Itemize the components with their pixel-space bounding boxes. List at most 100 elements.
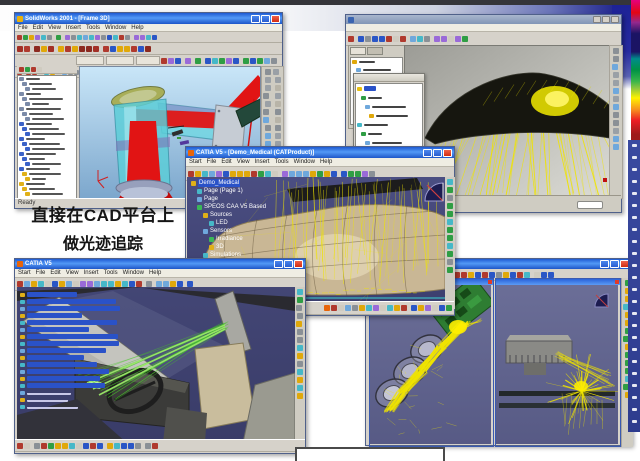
toolbar-icon[interactable] bbox=[275, 85, 281, 91]
toolbar-icon[interactable] bbox=[613, 144, 619, 150]
toolbar-icon[interactable] bbox=[76, 443, 82, 449]
big-button[interactable] bbox=[106, 56, 134, 65]
toolbar-icon[interactable] bbox=[124, 46, 130, 52]
toolbar-icon[interactable] bbox=[447, 179, 453, 185]
toolbar-icon[interactable] bbox=[265, 125, 271, 131]
toolbar-icon[interactable] bbox=[37, 67, 42, 72]
solidworks-titlebar[interactable]: SolidWorks 2001 - [Frame 3D] bbox=[15, 13, 282, 24]
toolbar-icon[interactable] bbox=[251, 171, 257, 177]
toolbar-icon[interactable] bbox=[297, 345, 303, 351]
toolbar-icon[interactable] bbox=[297, 289, 303, 295]
close-button[interactable] bbox=[611, 16, 619, 23]
toolbar-icon[interactable] bbox=[297, 369, 303, 375]
toolbar-icon[interactable] bbox=[202, 171, 208, 177]
palette-titlebar[interactable] bbox=[354, 74, 424, 82]
toolbar-icon[interactable] bbox=[275, 93, 281, 99]
menu-item[interactable]: Window bbox=[123, 270, 144, 276]
tree-item[interactable]: Sources bbox=[189, 211, 266, 219]
toolbar-icon[interactable] bbox=[275, 125, 281, 131]
panel-tab[interactable] bbox=[367, 47, 383, 55]
toolbar-icon[interactable] bbox=[455, 36, 461, 42]
toolbar-icon[interactable] bbox=[613, 72, 619, 78]
toolbar-icon[interactable] bbox=[117, 46, 123, 52]
tree-row[interactable] bbox=[19, 340, 121, 347]
toolbar-icon[interactable] bbox=[209, 171, 215, 177]
toolbar-icon[interactable] bbox=[411, 305, 417, 311]
minimize-button[interactable] bbox=[274, 260, 283, 268]
toolbar-icon[interactable] bbox=[263, 109, 269, 115]
close-button[interactable] bbox=[294, 260, 303, 268]
toolbar-icon[interactable] bbox=[23, 35, 28, 40]
catia-interior-titlebar[interactable]: CATIA V5 bbox=[15, 259, 305, 269]
toolbar-icon[interactable] bbox=[297, 361, 303, 367]
compass-icon[interactable] bbox=[595, 294, 608, 307]
toolbar-icon[interactable] bbox=[145, 443, 151, 449]
toolbar-icon[interactable] bbox=[310, 171, 316, 177]
toolbar-icon[interactable] bbox=[348, 36, 354, 42]
toolbar-icon[interactable] bbox=[613, 88, 619, 94]
close-button[interactable] bbox=[443, 149, 452, 157]
toolbar-icon[interactable] bbox=[613, 136, 619, 142]
toolbar-icon[interactable] bbox=[83, 443, 89, 449]
tree-row[interactable] bbox=[19, 375, 121, 382]
toolbar-icon[interactable] bbox=[613, 80, 619, 86]
tree-row[interactable] bbox=[19, 326, 121, 333]
raytracer-side-toolbar[interactable] bbox=[609, 45, 623, 199]
warning-icon[interactable] bbox=[324, 305, 330, 311]
tree-item[interactable]: SPEOS CAA V5 Based bbox=[189, 203, 266, 211]
tree-item[interactable]: Demo_Medical bbox=[189, 179, 266, 187]
tree-item[interactable]: 3D bbox=[189, 243, 266, 251]
toolbar-icon[interactable] bbox=[296, 321, 302, 327]
toolbar-icon[interactable] bbox=[372, 36, 378, 42]
toolbar-icon[interactable] bbox=[265, 69, 271, 75]
tree-item[interactable]: Page bbox=[189, 195, 266, 203]
tree-row[interactable] bbox=[356, 102, 422, 111]
toolbar-icon[interactable] bbox=[439, 305, 445, 311]
menu-item[interactable]: Edit bbox=[221, 159, 231, 165]
toolbar-icon[interactable] bbox=[524, 272, 530, 278]
toolbar-icon[interactable] bbox=[41, 46, 47, 52]
toolbar-icon[interactable] bbox=[233, 58, 239, 64]
toolbar-icon[interactable] bbox=[17, 443, 23, 449]
toolbar-icon[interactable] bbox=[503, 272, 509, 278]
toolbar-icon[interactable] bbox=[58, 46, 64, 52]
toolbar-icon[interactable] bbox=[244, 171, 250, 177]
solidworks-feature-tree[interactable] bbox=[17, 66, 77, 198]
toolbar-icon[interactable] bbox=[432, 305, 438, 311]
maximize-button[interactable] bbox=[433, 149, 442, 157]
toolbar-icon[interactable] bbox=[366, 305, 372, 311]
toolbar-icon[interactable] bbox=[35, 35, 40, 40]
toolbar-icon[interactable] bbox=[461, 272, 467, 278]
toolbar-icon[interactable] bbox=[152, 35, 157, 40]
toolbar-icon[interactable] bbox=[613, 96, 619, 102]
catia-interior-tree[interactable] bbox=[19, 291, 121, 410]
toolbar-icon[interactable] bbox=[146, 35, 151, 40]
menu-item[interactable]: Tools bbox=[275, 159, 289, 165]
toolbar-icon[interactable] bbox=[447, 203, 453, 209]
toolbar-icon[interactable] bbox=[65, 35, 70, 40]
toolbar-icon[interactable] bbox=[613, 128, 619, 134]
toolbar-icon[interactable] bbox=[77, 35, 82, 40]
tree-item[interactable]: Irradiance bbox=[189, 235, 266, 243]
toolbar-icon[interactable] bbox=[19, 67, 24, 72]
toolbar-icon[interactable] bbox=[264, 58, 270, 64]
tree-row[interactable] bbox=[19, 347, 121, 354]
toolbar-icon[interactable] bbox=[265, 101, 271, 107]
toolbar-icon[interactable] bbox=[446, 305, 452, 311]
toolbar-icon[interactable] bbox=[93, 46, 99, 52]
toolbar-icon[interactable] bbox=[185, 58, 191, 64]
tree-row[interactable] bbox=[18, 191, 76, 196]
toolbar-icon[interactable] bbox=[265, 77, 271, 83]
toolbar-icon[interactable] bbox=[447, 259, 453, 265]
toolbar-icon[interactable] bbox=[72, 46, 78, 52]
tree-row[interactable] bbox=[19, 305, 121, 312]
toolbar-icon[interactable] bbox=[541, 272, 547, 278]
toolbar-icon[interactable] bbox=[56, 35, 61, 40]
menu-item[interactable]: Help bbox=[131, 25, 143, 31]
toolbar-icon[interactable] bbox=[273, 69, 279, 75]
toolbar-icon[interactable] bbox=[275, 133, 281, 139]
toolbar-icon[interactable] bbox=[468, 272, 474, 278]
tree-row[interactable] bbox=[19, 403, 121, 410]
close-button[interactable] bbox=[488, 280, 492, 284]
catia-main-side-toolbar[interactable] bbox=[445, 177, 455, 309]
